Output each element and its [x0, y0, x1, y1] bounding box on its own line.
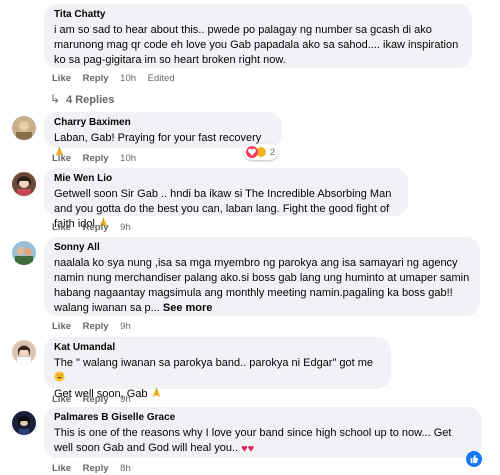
reply-button[interactable]: Reply — [83, 394, 109, 405]
comment-actions: Like Reply 9h — [52, 222, 140, 234]
avatar[interactable] — [12, 411, 36, 435]
comment-actions: Like Reply 8h — [52, 463, 140, 475]
reply-button[interactable]: Reply — [83, 153, 109, 164]
love-reaction-icon — [246, 146, 258, 158]
timestamp[interactable]: 10h — [120, 73, 136, 84]
like-button[interactable]: Like — [52, 463, 71, 474]
comment-actions: Like Reply 9h — [52, 394, 140, 406]
reply-button[interactable]: Reply — [83, 321, 109, 332]
like-button[interactable]: Like — [52, 73, 71, 84]
commenter-name[interactable]: Palmares B Giselle Grace — [54, 412, 472, 424]
reaction-summary[interactable]: 2 — [244, 144, 279, 160]
red-heart-emoji-icon: ♥♥ — [241, 443, 255, 455]
comment-text-line-1: The " walang iwanan sa parokya band.. pa… — [54, 357, 374, 369]
timestamp[interactable]: 9h — [120, 222, 131, 233]
avatar[interactable] — [12, 241, 36, 265]
praying-hands-emoji-icon — [151, 387, 162, 403]
comment-bubble: Mie Wen Lio Getwell soon Sir Gab .. hndi… — [44, 168, 408, 230]
timestamp[interactable]: 9h — [120, 321, 131, 332]
reply-arrow-icon: ↳ — [50, 92, 61, 106]
timestamp[interactable]: 9h — [120, 394, 131, 405]
comment-actions: Like Reply 9h — [52, 321, 140, 333]
commenter-name[interactable]: Charry Baximen — [54, 117, 272, 129]
commenter-name[interactable]: Tita Chatty — [54, 9, 462, 21]
replies-label: 4 Replies — [66, 94, 115, 106]
see-more-link[interactable]: See more — [163, 302, 213, 314]
commenter-name[interactable]: Sonny All — [54, 242, 470, 254]
reaction-count: 2 — [270, 147, 276, 157]
like-button[interactable]: Like — [52, 394, 71, 405]
comment-text: i am so sad to hear about this.. pwede p… — [54, 24, 459, 66]
timestamp[interactable]: 8h — [120, 463, 131, 474]
avatar[interactable] — [12, 116, 36, 140]
comment-actions: Like Reply 10h Edited — [52, 73, 184, 85]
avatar[interactable] — [12, 340, 36, 364]
avatar[interactable] — [12, 172, 36, 196]
like-button[interactable]: Like — [52, 153, 71, 164]
edited-label: Edited — [147, 73, 175, 84]
comment-bubble: Tita Chatty i am so sad to hear about th… — [44, 4, 472, 68]
like-reaction-icon[interactable] — [466, 451, 482, 467]
like-button[interactable]: Like — [52, 321, 71, 332]
reply-button[interactable]: Reply — [83, 463, 109, 474]
commenter-name[interactable]: Mie Wen Lio — [54, 173, 398, 185]
comment-bubble: Palmares B Giselle Grace This is one of … — [44, 407, 482, 458]
timestamp[interactable]: 10h — [120, 153, 136, 164]
commenter-name[interactable]: Kat Umandal — [54, 342, 381, 354]
laughing-emoji-icon — [54, 371, 65, 387]
comment-actions: Like Reply 10h — [52, 153, 145, 165]
like-button[interactable]: Like — [52, 222, 71, 233]
comment-bubble: Kat Umandal The " walang iwanan sa parok… — [44, 337, 391, 400]
comment-bubble: Sonny All naalala ko sya nung ,isa sa mg… — [44, 237, 480, 316]
reply-button[interactable]: Reply — [83, 73, 109, 84]
view-replies-link[interactable]: ↳ 4 Replies — [50, 92, 114, 107]
comment-text: Laban, Gab! Praying for your fast recove… — [54, 132, 262, 144]
reply-button[interactable]: Reply — [83, 222, 109, 233]
comment-text: naalala ko sya nung ,isa sa mga myembro … — [54, 257, 470, 314]
comment-bubble: Charry Baximen Laban, Gab! Praying for y… — [44, 112, 282, 157]
